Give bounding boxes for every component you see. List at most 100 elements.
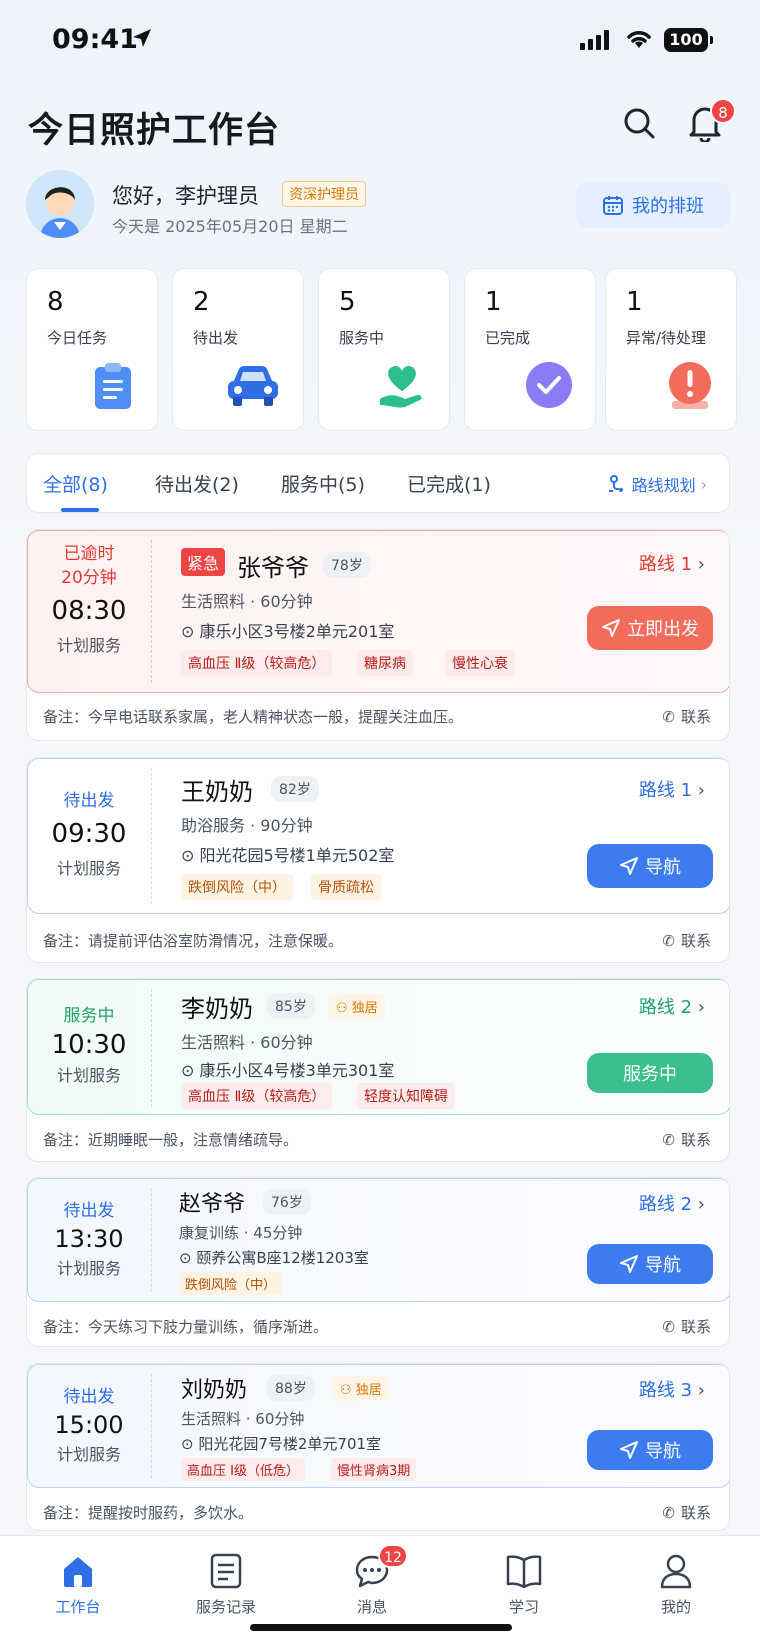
- stat-card-abnormal[interactable]: 1 异常/待处理: [605, 268, 737, 431]
- status-bar: 09:41 100: [0, 0, 760, 80]
- health-tag: 骨质疏松: [311, 874, 381, 900]
- health-tag: 高血压 Ⅱ级（较高危）: [181, 650, 333, 676]
- task-note: 备注：今早电话联系家属，老人精神状态一般，提醒关注血压。: [43, 708, 464, 726]
- home-icon: [64, 1557, 92, 1587]
- nav-label: 服务记录: [195, 1598, 256, 1616]
- nav-learning[interactable]: 学习: [474, 1550, 574, 1617]
- send-icon: [602, 619, 620, 637]
- living-alone-badge: ⚇ 独居: [329, 994, 385, 1019]
- route-label[interactable]: 路线 2 ›: [639, 1190, 705, 1216]
- navigate-button[interactable]: 导航: [587, 844, 713, 888]
- route-label[interactable]: 路线 1 ›: [639, 776, 705, 802]
- battery-indicator: 100: [664, 28, 713, 52]
- phone-icon: ✆: [662, 707, 675, 726]
- signal-icon: [580, 30, 609, 50]
- task-plan-label: 计划服务: [56, 1259, 121, 1278]
- phone-icon: ✆: [662, 931, 675, 950]
- task-plan-label: 计划服务: [56, 636, 121, 655]
- health-tag: 高血压 Ⅱ级（较高危）: [181, 1083, 333, 1109]
- phone-icon: ✆: [662, 1317, 675, 1336]
- avatar[interactable]: [26, 170, 94, 238]
- health-tag: 慢性心衰: [445, 650, 515, 676]
- nav-workbench[interactable]: 工作台: [28, 1550, 128, 1617]
- elder-age: 82岁: [271, 776, 319, 802]
- route-label[interactable]: 路线 2 ›: [639, 993, 705, 1019]
- home-indicator: [250, 1624, 512, 1631]
- address: ⊙ 阳光花园7号楼2单元701室: [181, 1433, 381, 1454]
- action-label: 立即出发: [627, 619, 699, 640]
- service-info: 生活照料 · 60分钟: [181, 1033, 313, 1052]
- notification-badge: 8: [710, 98, 736, 124]
- stat-card-pending[interactable]: 2 待出发: [172, 268, 304, 431]
- task-note: 备注：提醒按时服药，多饮水。: [43, 1504, 254, 1522]
- tab-pending[interactable]: 待出发(2): [155, 470, 239, 497]
- task-plan-label: 计划服务: [56, 1445, 121, 1464]
- contact-button[interactable]: ✆ 联系: [662, 1316, 711, 1337]
- health-tag: 跌倒风险（中）: [179, 1272, 283, 1295]
- route-label[interactable]: 路线 1 ›: [639, 550, 705, 576]
- route-text: 路线 2: [638, 997, 693, 1018]
- contact-button[interactable]: ✆ 联系: [662, 706, 711, 727]
- send-icon: [620, 857, 638, 875]
- navigate-button[interactable]: 导航: [587, 1430, 713, 1470]
- location-arrow-icon: [133, 29, 151, 47]
- depart-now-button[interactable]: 立即出发: [587, 606, 713, 650]
- phone-icon: ✆: [662, 1130, 675, 1149]
- nav-service-records[interactable]: 服务记录: [176, 1550, 276, 1617]
- health-tag: 高血压 Ⅰ级（低危）: [181, 1458, 305, 1481]
- nav-label: 工作台: [55, 1598, 101, 1616]
- stat-label: 待出发: [193, 329, 239, 347]
- task-status: 已逾时: [63, 544, 115, 564]
- route-planning-label: 路线规划: [631, 476, 696, 495]
- health-tag: 糖尿病: [357, 650, 413, 676]
- tab-completed[interactable]: 已完成(1): [407, 470, 491, 497]
- task-card[interactable]: 待出发 13:30 计划服务 赵爷爷 76岁 康复训练 · 45分钟 ⊙ 颐养公…: [26, 1177, 730, 1347]
- task-card[interactable]: 待出发 15:00 计划服务 刘奶奶 88岁 ⚇ 独居 生活照料 · 60分钟 …: [26, 1363, 730, 1531]
- elder-age: 78岁: [323, 552, 371, 578]
- stat-value: 8: [47, 287, 64, 317]
- tab-in-service[interactable]: 服务中(5): [281, 470, 365, 497]
- action-label: 导航: [645, 1255, 681, 1276]
- contact-label: 联系: [680, 1318, 711, 1336]
- task-status: 待出发: [63, 791, 115, 811]
- action-label: 导航: [645, 857, 681, 878]
- stat-label: 异常/待处理: [626, 329, 707, 347]
- address: ⊙ 康乐小区4号楼3单元301室: [181, 1057, 394, 1081]
- stat-card-completed[interactable]: 1 已完成: [464, 268, 596, 431]
- contact-button[interactable]: ✆ 联系: [662, 1502, 711, 1523]
- tab-all[interactable]: 全部(8): [43, 470, 108, 497]
- nav-me[interactable]: 我的: [626, 1550, 726, 1617]
- task-card[interactable]: 已逾时 20分钟 08:30 计划服务 紧急 张爷爷 78岁 生活照料 · 60分…: [26, 529, 730, 741]
- task-status: 待出发: [63, 1387, 115, 1407]
- address-text: 阳光花园5号楼1单元502室: [199, 846, 395, 865]
- stat-label: 今日任务: [47, 329, 108, 347]
- address-text: 阳光花园7号楼2单元701室: [198, 1435, 382, 1453]
- elder-name: 刘奶奶: [181, 1378, 248, 1403]
- route-planning-link[interactable]: 路线规划 ›: [607, 472, 707, 496]
- task-time: 10:30: [51, 1030, 127, 1060]
- task-card[interactable]: 待出发 09:30 计划服务 王奶奶 82岁 助浴服务 · 90分钟 ⊙ 阳光花…: [26, 757, 730, 963]
- address: ⊙ 阳光花园5号楼1单元502室: [181, 842, 394, 866]
- task-plan-label: 计划服务: [56, 1066, 121, 1085]
- nav-label: 学习: [508, 1598, 539, 1616]
- pin-icon: ⊙: [181, 846, 200, 865]
- document-icon: [210, 1553, 242, 1589]
- elder-name: 王奶奶: [181, 778, 253, 806]
- contact-button[interactable]: ✆ 联系: [662, 1129, 711, 1150]
- in-service-button[interactable]: 服务中: [587, 1053, 713, 1093]
- navigate-button[interactable]: 导航: [587, 1244, 713, 1284]
- check-circle-icon: [526, 362, 572, 408]
- stat-card-today-tasks[interactable]: 8 今日任务: [26, 268, 158, 431]
- task-overdue-duration: 20分钟: [61, 568, 117, 588]
- task-card[interactable]: 服务中 10:30 计划服务 李奶奶 85岁 ⚇ 独居 生活照料 · 60分钟 …: [26, 978, 730, 1162]
- stat-value: 2: [193, 287, 210, 317]
- search-icon[interactable]: [622, 106, 656, 140]
- stat-card-in-service[interactable]: 5 服务中: [318, 268, 450, 431]
- my-schedule-button[interactable]: 我的排班: [576, 182, 730, 228]
- nav-messages[interactable]: 消息 12: [322, 1544, 422, 1617]
- contact-button[interactable]: ✆ 联系: [662, 930, 711, 951]
- car-icon: [228, 366, 278, 406]
- role-badge: 资深护理员: [282, 181, 366, 207]
- route-label[interactable]: 路线 3 ›: [639, 1376, 705, 1402]
- stat-label: 服务中: [339, 329, 385, 347]
